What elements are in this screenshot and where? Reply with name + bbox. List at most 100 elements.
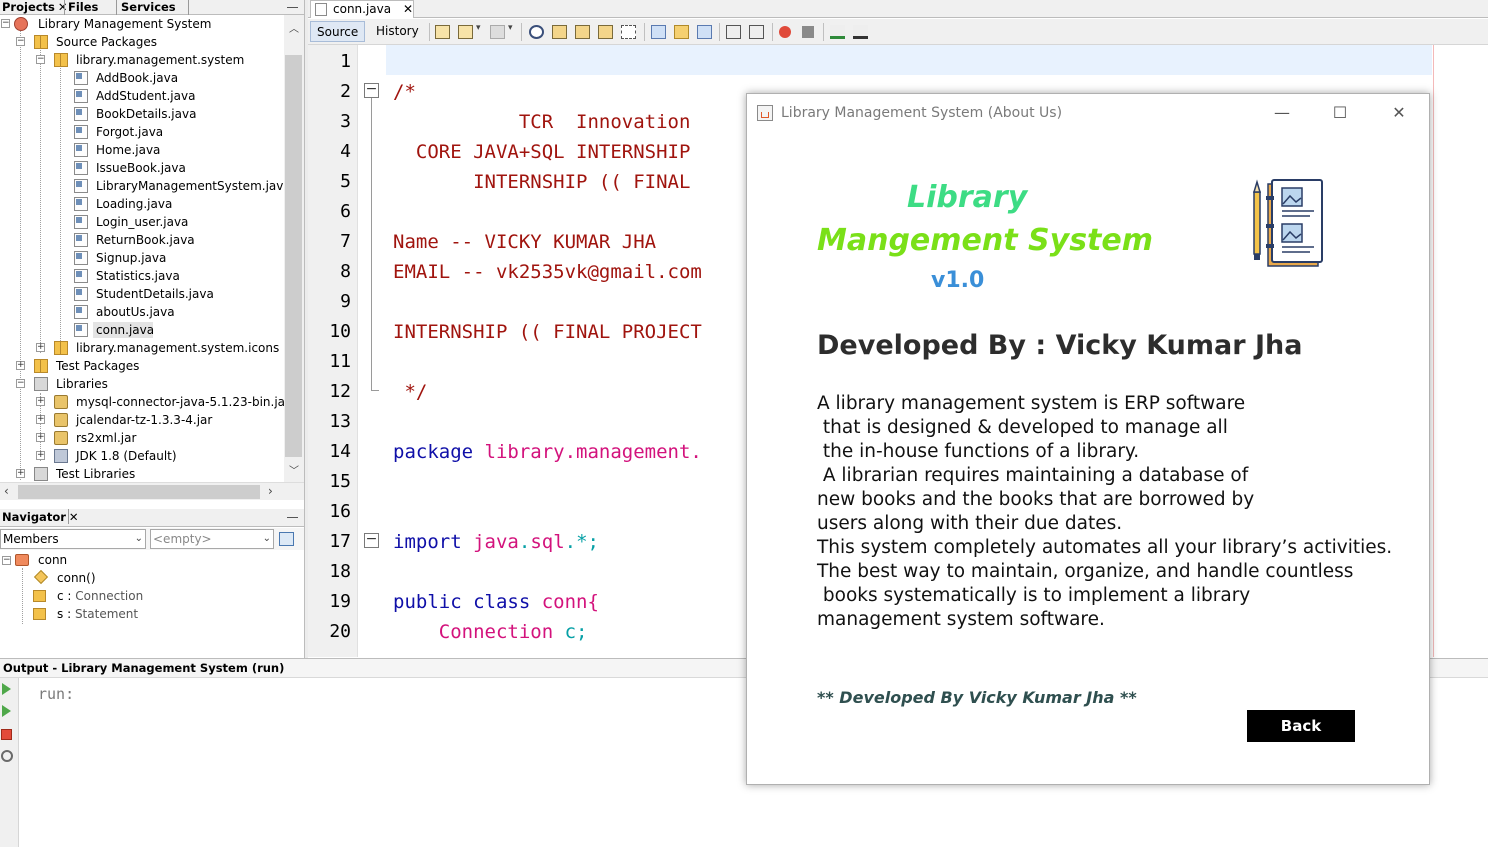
tree-item[interactable]: aboutUs.java <box>0 303 284 321</box>
close-icon[interactable]: ✕ <box>69 510 79 524</box>
next-bookmark-icon[interactable] <box>674 25 689 39</box>
collapse-icon[interactable]: − <box>2 556 11 565</box>
tree-item[interactable]: Statistics.java <box>0 267 284 285</box>
previous-bookmark-icon[interactable] <box>651 25 666 39</box>
chevron-down-icon[interactable]: ▾ <box>508 23 513 33</box>
chevron-down-icon[interactable]: ▾ <box>476 23 481 33</box>
scroll-down-icon[interactable]: ﹀ <box>289 462 299 477</box>
history-view-button[interactable]: History <box>370 21 425 42</box>
minimize-button[interactable]: — <box>1259 98 1305 128</box>
scroll-right-icon[interactable]: › <box>268 484 273 498</box>
tab-files[interactable]: Files <box>66 0 116 15</box>
close-button[interactable]: ✕ <box>1376 98 1422 128</box>
back-icon[interactable] <box>458 25 473 39</box>
expand-icon[interactable]: + <box>36 451 45 460</box>
tree-item[interactable]: Home.java <box>0 141 284 159</box>
scroll-up-icon[interactable]: ︿ <box>289 20 299 35</box>
expand-icon[interactable]: + <box>36 397 45 406</box>
fold-comment-icon[interactable]: − <box>364 82 379 98</box>
navigator-root[interactable]: conn <box>38 551 67 569</box>
scrollbar-thumb[interactable] <box>285 55 302 457</box>
tree-item[interactable]: Login_user.java <box>0 213 284 231</box>
last-edit-icon[interactable] <box>435 25 450 39</box>
toggle-bookmark-icon[interactable] <box>697 25 712 39</box>
comment-icon[interactable] <box>830 25 845 39</box>
tab-services[interactable]: Services <box>119 0 189 15</box>
collapse-icon[interactable]: − <box>16 379 25 388</box>
members-dropdown[interactable]: Members ⌄ <box>0 529 146 549</box>
collapse-icon[interactable]: − <box>1 19 10 28</box>
tree-vertical-scrollbar[interactable]: ︿ ﹀ <box>284 15 304 482</box>
tree-item-label: Source Packages <box>56 35 158 49</box>
tree-item[interactable]: + Test Packages <box>0 357 284 375</box>
fold-import-icon[interactable]: − <box>364 532 379 548</box>
collapse-icon[interactable]: − <box>16 37 25 46</box>
tree-item[interactable]: StudentDetails.java <box>0 285 284 303</box>
uncomment-icon[interactable] <box>853 25 868 39</box>
expand-icon[interactable]: + <box>16 469 25 478</box>
scrollbar-thumb[interactable] <box>18 485 260 499</box>
expand-icon[interactable]: + <box>36 343 45 352</box>
tree-item[interactable]: + library.management.system.icons <box>0 339 284 357</box>
navigator-item-constructor[interactable]: conn() <box>57 569 96 587</box>
tree-item[interactable]: − Source Packages <box>0 33 284 51</box>
forward-icon[interactable] <box>490 25 505 39</box>
tree-item[interactable]: ReturnBook.java <box>0 231 284 249</box>
minimize-panel-icon[interactable] <box>287 517 298 518</box>
stop-icon[interactable] <box>1 729 12 740</box>
collapse-icon[interactable]: − <box>36 55 45 64</box>
tree-item[interactable]: LibraryManagementSystem.java <box>0 177 284 195</box>
tree-item[interactable]: Signup.java <box>0 249 284 267</box>
expand-icon[interactable]: + <box>36 415 45 424</box>
shift-left-icon[interactable] <box>726 25 741 39</box>
tree-item[interactable]: Forgot.java <box>0 123 284 141</box>
expand-icon[interactable]: + <box>16 361 25 370</box>
find-icon[interactable] <box>529 25 544 39</box>
navigator-tree[interactable]: − conn conn() c : Connection s : Stateme… <box>0 550 305 655</box>
tab-conn-java[interactable]: conn.java ✕ <box>310 0 414 18</box>
tree-item[interactable]: + Test Libraries <box>0 465 284 482</box>
back-button[interactable]: Back <box>1247 710 1355 742</box>
find-previous-icon[interactable] <box>552 25 567 39</box>
select-rectangle-icon[interactable] <box>621 25 636 39</box>
source-view-button[interactable]: Source <box>310 21 366 42</box>
project-tree[interactable]: − Library Management System − Source Packag… <box>0 15 284 482</box>
rerun-with-params-icon[interactable] <box>2 705 11 717</box>
tree-item[interactable]: + jcalendar-tz-1.3.3-4.jar <box>0 411 284 429</box>
expand-icon[interactable]: + <box>36 433 45 442</box>
tree-item[interactable]: IssueBook.java <box>0 159 284 177</box>
navigator-item-field-s[interactable]: s : Statement <box>57 605 138 623</box>
tree-item[interactable]: + JDK 1.8 (Default) <box>0 447 284 465</box>
dialog-titlebar[interactable]: Library Management System (About Us) — ☐… <box>747 94 1429 132</box>
tree-item[interactable]: Loading.java <box>0 195 284 213</box>
tab-projects[interactable]: Projects ✕ <box>0 0 68 15</box>
line-number: 5 <box>340 171 351 192</box>
scroll-left-icon[interactable]: ‹ <box>4 484 9 498</box>
shift-right-icon[interactable] <box>749 25 764 39</box>
toggle-highlight-icon[interactable] <box>598 25 613 39</box>
rerun-icon[interactable] <box>2 683 11 695</box>
tree-item[interactable]: + rs2xml.jar <box>0 429 284 447</box>
tree-horizontal-scrollbar[interactable]: ‹ › <box>0 482 304 500</box>
tree-item[interactable]: BookDetails.java <box>0 105 284 123</box>
close-icon[interactable]: ✕ <box>403 2 413 16</box>
tree-item[interactable]: conn.java <box>0 321 284 339</box>
tree-item[interactable]: − Library Management System <box>0 15 284 33</box>
navigator-item-field-c[interactable]: c : Connection <box>57 587 143 605</box>
filter-dropdown[interactable]: <empty> ⌄ <box>150 529 274 549</box>
tree-item[interactable]: AddBook.java <box>0 69 284 87</box>
settings-icon[interactable] <box>1 750 13 762</box>
tree-item[interactable]: − library.management.system <box>0 51 284 69</box>
tree-item[interactable]: AddStudent.java <box>0 87 284 105</box>
tree-item[interactable]: − Libraries <box>0 375 284 393</box>
minimize-panel-icon[interactable] <box>287 7 298 8</box>
tab-navigator[interactable]: Navigator ✕ <box>0 510 79 525</box>
tree-item[interactable]: + mysql-connector-java-5.1.23-bin.jar <box>0 393 284 411</box>
start-macro-recording-icon[interactable] <box>779 26 791 38</box>
stop-macro-recording-icon[interactable] <box>802 26 814 38</box>
maximize-button[interactable]: ☐ <box>1317 98 1363 128</box>
navigator-options-icon[interactable] <box>279 532 294 546</box>
find-next-icon[interactable] <box>575 25 590 39</box>
keyword: package <box>393 441 474 463</box>
code-line: CORE JAVA+SQL INTERNSHIP <box>393 141 691 163</box>
